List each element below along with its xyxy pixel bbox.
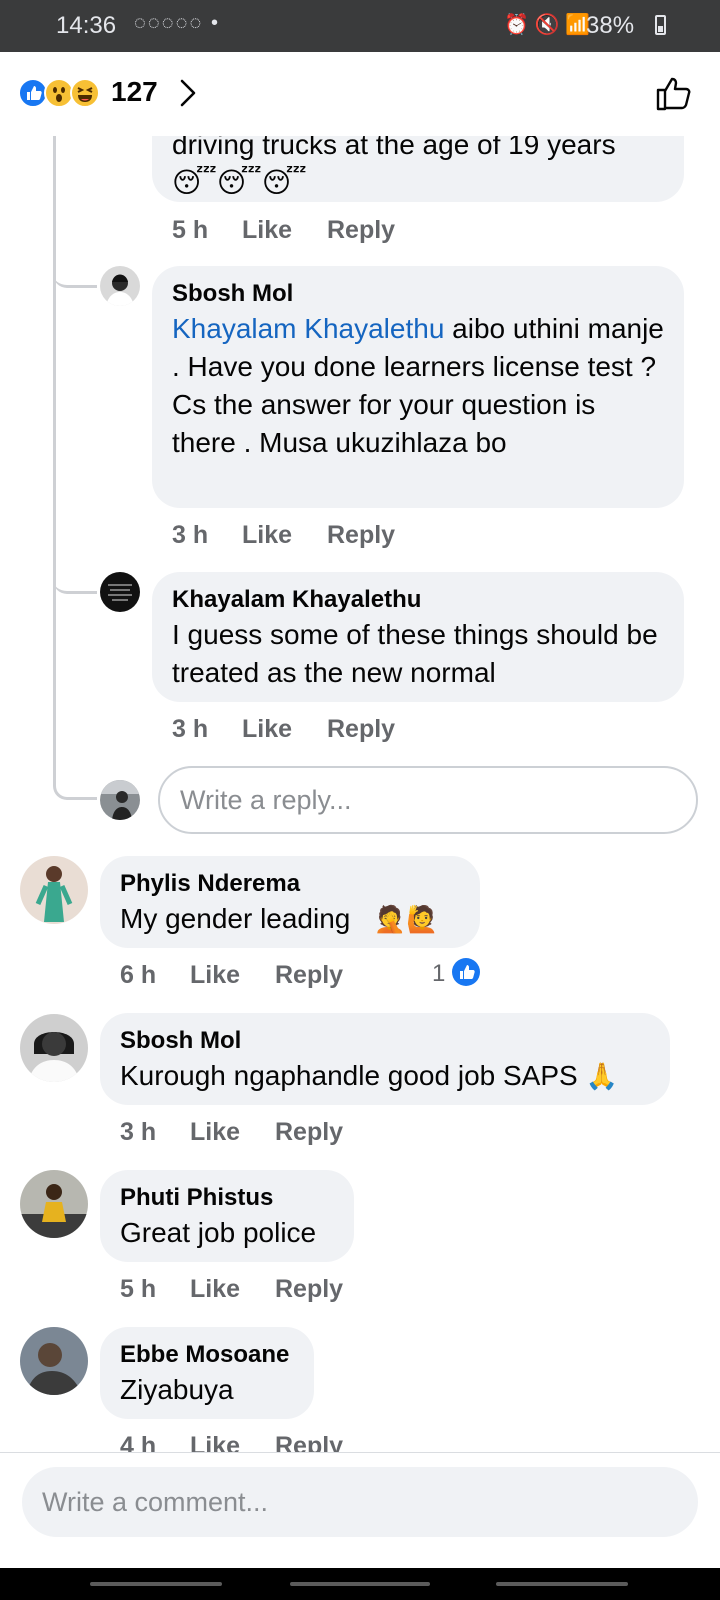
comment-author[interactable]: Khayalam Khayalethu xyxy=(172,584,664,616)
like-link[interactable]: Like xyxy=(190,961,240,990)
avatar[interactable] xyxy=(20,856,88,924)
nav-back-handle[interactable] xyxy=(496,1582,628,1586)
comment-text: My gender leading 🤦🙋 xyxy=(120,900,460,938)
reaction-summary[interactable] xyxy=(18,78,108,108)
comment-author[interactable]: Sbosh Mol xyxy=(172,278,664,310)
like-link[interactable]: Like xyxy=(190,1275,240,1304)
reply-link[interactable]: Reply xyxy=(275,1275,343,1304)
like-link[interactable]: Like xyxy=(190,1118,240,1147)
avatar[interactable] xyxy=(100,266,140,306)
mention-link[interactable]: Khayalam Khayalethu xyxy=(172,313,444,344)
comment-body: My gender leading xyxy=(120,903,351,934)
status-time: 14:36 xyxy=(56,12,117,39)
like-link[interactable]: Like xyxy=(242,521,292,550)
comment-author[interactable]: Ebbe Mosoane xyxy=(120,1339,294,1371)
thumbs-up-icon[interactable] xyxy=(655,74,693,117)
comment-emojis: 🤦🙋 xyxy=(373,904,439,934)
nav-recents-handle[interactable] xyxy=(90,1582,222,1586)
comment-bubble[interactable]: Sbosh Mol Kurough ngaphandle good job SA… xyxy=(100,1013,670,1105)
like-icon xyxy=(452,958,480,986)
reaction-count[interactable]: 127 xyxy=(111,76,158,108)
comment-text: Ziyabuya xyxy=(120,1374,234,1405)
comment-body: Kurough ngaphandle good job SAPS xyxy=(120,1060,578,1091)
comment-time: 5 h xyxy=(172,216,209,244)
comment-time: 3 h xyxy=(172,715,209,743)
comment-text: Great job police xyxy=(120,1217,317,1248)
comment-emojis: 🙏 xyxy=(585,1061,618,1091)
comment-author[interactable]: Phuti Phistus xyxy=(120,1182,334,1214)
reply-link[interactable]: Reply xyxy=(275,1118,343,1147)
comment-text: I guess some of these things should be t… xyxy=(172,619,658,688)
nav-home-handle[interactable] xyxy=(290,1582,430,1586)
status-bar: 14:36 ◌◌◌◌◌ • ⏰ 🔇 📶 38% xyxy=(0,0,720,52)
comment-author[interactable]: Sbosh Mol xyxy=(120,1025,650,1057)
comment-bubble[interactable]: Phylis Nderema My gender leading 🤦🙋 xyxy=(100,856,480,948)
battery-icon xyxy=(655,15,666,35)
comment-text: Kurough ngaphandle good job SAPS 🙏 xyxy=(120,1057,650,1095)
reply-link[interactable]: Reply xyxy=(327,216,395,245)
reactions-header: 127 xyxy=(0,52,720,136)
like-link[interactable]: Like xyxy=(242,715,292,744)
comment-bubble[interactable]: Khayalam Khayalethu I guess some of thes… xyxy=(152,572,684,702)
reply-link[interactable]: Reply xyxy=(327,521,395,550)
comment-time: 3 h xyxy=(120,1118,157,1146)
comment-time: 6 h xyxy=(120,961,157,989)
reply-link[interactable]: Reply xyxy=(327,715,395,744)
user-avatar xyxy=(100,780,140,820)
avatar[interactable] xyxy=(20,1014,88,1082)
thread-line xyxy=(53,136,56,772)
avatar[interactable] xyxy=(20,1327,88,1395)
like-link[interactable]: Like xyxy=(242,216,292,245)
comment-bubble[interactable]: Phuti Phistus Great job police xyxy=(100,1170,354,1262)
avatar[interactable] xyxy=(20,1170,88,1238)
comment-time: 3 h xyxy=(172,521,209,549)
system-indicators: ⏰ 🔇 📶 xyxy=(504,14,590,36)
comment-author[interactable]: Phylis Nderema xyxy=(120,868,460,900)
notification-icons: ◌◌◌◌◌ • xyxy=(134,12,220,34)
reply-input[interactable]: Write a reply... xyxy=(158,766,698,834)
thread-connector xyxy=(53,252,97,288)
thread-connector xyxy=(53,558,97,594)
thread-connector xyxy=(53,762,97,800)
comment-bubble[interactable]: Ebbe Mosoane Ziyabuya xyxy=(100,1327,314,1419)
haha-icon xyxy=(70,78,100,108)
avatar[interactable] xyxy=(100,572,140,612)
comment-composer: Write a comment... xyxy=(0,1452,720,1568)
comment-time: 5 h xyxy=(120,1275,157,1303)
chevron-right-icon[interactable] xyxy=(178,78,198,113)
navigation-bar xyxy=(0,1568,720,1600)
comment-emojis: 😴😴😴 xyxy=(172,167,307,198)
battery-percent: 38% xyxy=(586,12,635,39)
comments-sheet: 127 driving trucks at the age of 19 year… xyxy=(0,52,720,1568)
comment-like-count[interactable]: 1 xyxy=(432,960,445,988)
comment-bubble[interactable]: Sbosh Mol Khayalam Khayalethu aibo uthin… xyxy=(152,266,684,508)
reply-link[interactable]: Reply xyxy=(275,961,343,990)
comment-input[interactable]: Write a comment... xyxy=(22,1467,698,1537)
comment-text: Khayalam Khayalethu aibo uthini manje . … xyxy=(172,310,664,462)
